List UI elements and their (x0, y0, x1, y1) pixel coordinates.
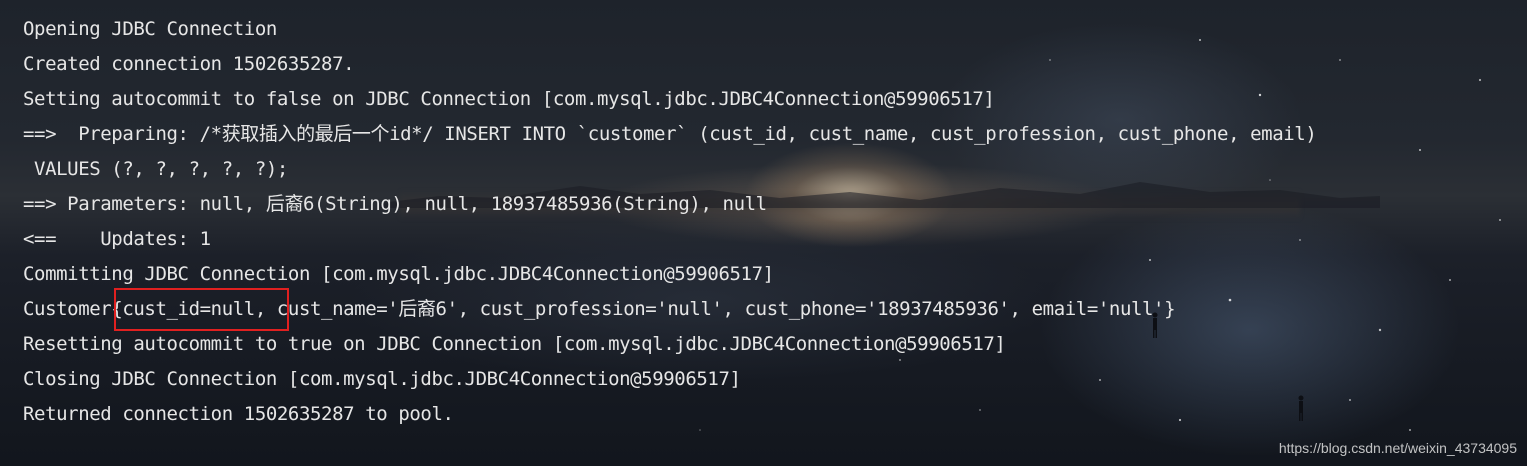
log-line: Setting autocommit to false on JDBC Conn… (23, 88, 995, 110)
log-line: Resetting autocommit to true on JDBC Con… (23, 333, 1006, 355)
log-line: ==> Preparing: /*获取插入的最后一个id*/ INSERT IN… (23, 123, 1317, 145)
log-line: Opening JDBC Connection (23, 18, 277, 40)
log-line: ==> Parameters: null, 后裔6(String), null,… (23, 193, 767, 215)
log-line: <== Updates: 1 (23, 228, 211, 250)
annotation-highlight-box (114, 288, 289, 331)
log-line: VALUES (?, ?, ?, ?, ?); (23, 158, 288, 180)
watermark-text: https://blog.csdn.net/weixin_43734095 (1278, 440, 1517, 456)
log-line: Returned connection 1502635287 to pool. (23, 403, 454, 425)
log-line: Committing JDBC Connection [com.mysql.jd… (23, 263, 774, 285)
log-line: Created connection 1502635287. (23, 53, 355, 75)
log-lines: Opening JDBC Connection Created connecti… (23, 12, 1317, 432)
log-line: Closing JDBC Connection [com.mysql.jdbc.… (23, 368, 741, 390)
console-output-panel: Opening JDBC Connection Created connecti… (0, 0, 1527, 466)
